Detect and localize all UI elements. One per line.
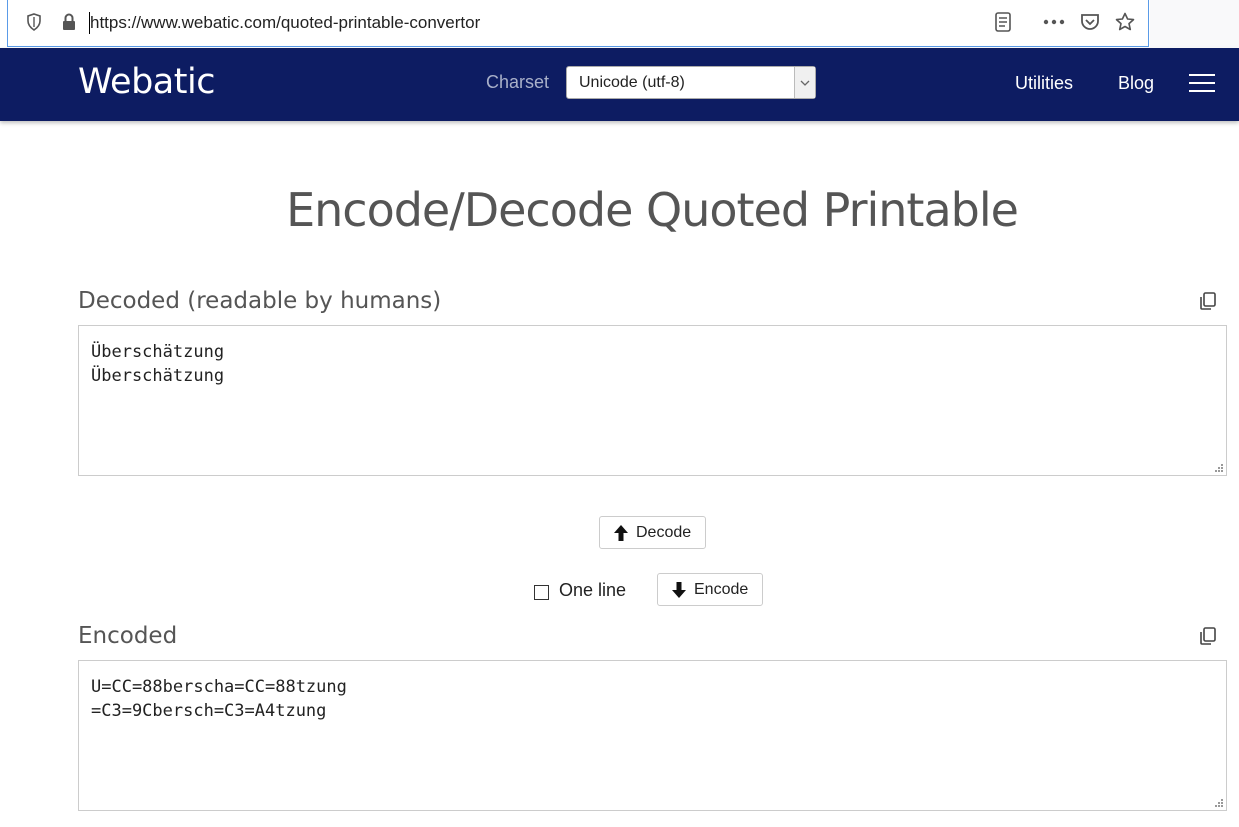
- hamburger-menu-icon[interactable]: [1189, 74, 1215, 94]
- encoded-text: U=CC=88berscha=CC=88tzung =C3=9Cbersch=C…: [91, 677, 347, 721]
- more-icon[interactable]: [1043, 11, 1065, 33]
- arrow-down-icon: [672, 581, 686, 598]
- decode-button[interactable]: Decode: [599, 516, 706, 549]
- toolbar-spacer: [1150, 0, 1239, 47]
- copy-encoded-icon[interactable]: [1198, 626, 1218, 646]
- copy-decoded-icon[interactable]: [1198, 291, 1218, 311]
- url-bar[interactable]: https://www.webatic.com/quoted-printable…: [7, 0, 1149, 47]
- shield-icon[interactable]: [23, 11, 45, 33]
- site-navbar: Webatic Charset Unicode (utf-8) Utilitie…: [0, 48, 1239, 121]
- charset-selected-value: Unicode (utf-8): [579, 74, 685, 91]
- bookmark-star-icon[interactable]: [1114, 11, 1136, 33]
- pocket-icon[interactable]: [1079, 11, 1101, 33]
- charset-label: Charset: [486, 72, 550, 92]
- page-title: Encode/Decode Quoted Printable: [286, 183, 1019, 237]
- one-line-checkbox[interactable]: [534, 585, 549, 600]
- decoded-textarea[interactable]: Überschätzung Überschätzung: [78, 325, 1227, 476]
- brand-logo[interactable]: Webatic: [78, 62, 215, 102]
- lock-icon[interactable]: [58, 11, 80, 33]
- encode-button[interactable]: Encode: [657, 573, 763, 606]
- charset-select[interactable]: Unicode (utf-8): [566, 66, 816, 99]
- nav-link-utilities[interactable]: Utilities: [1015, 73, 1073, 94]
- url-text[interactable]: https://www.webatic.com/quoted-printable…: [90, 13, 480, 33]
- encode-button-label: Encode: [694, 580, 749, 598]
- chevron-down-icon[interactable]: [794, 67, 815, 98]
- nav-link-blog[interactable]: Blog: [1118, 73, 1154, 94]
- encoded-label: Encoded: [78, 623, 178, 649]
- reader-view-icon[interactable]: [992, 11, 1014, 33]
- decode-button-label: Decode: [636, 523, 692, 541]
- decoded-text: Überschätzung Überschätzung: [91, 342, 225, 386]
- one-line-label[interactable]: One line: [559, 580, 626, 601]
- resize-grip-icon[interactable]: [1213, 797, 1223, 807]
- encoded-textarea[interactable]: U=CC=88berscha=CC=88tzung =C3=9Cbersch=C…: [78, 660, 1227, 811]
- decoded-label: Decoded (readable by humans): [78, 288, 442, 314]
- arrow-up-icon: [614, 524, 628, 541]
- resize-grip-icon[interactable]: [1213, 462, 1223, 472]
